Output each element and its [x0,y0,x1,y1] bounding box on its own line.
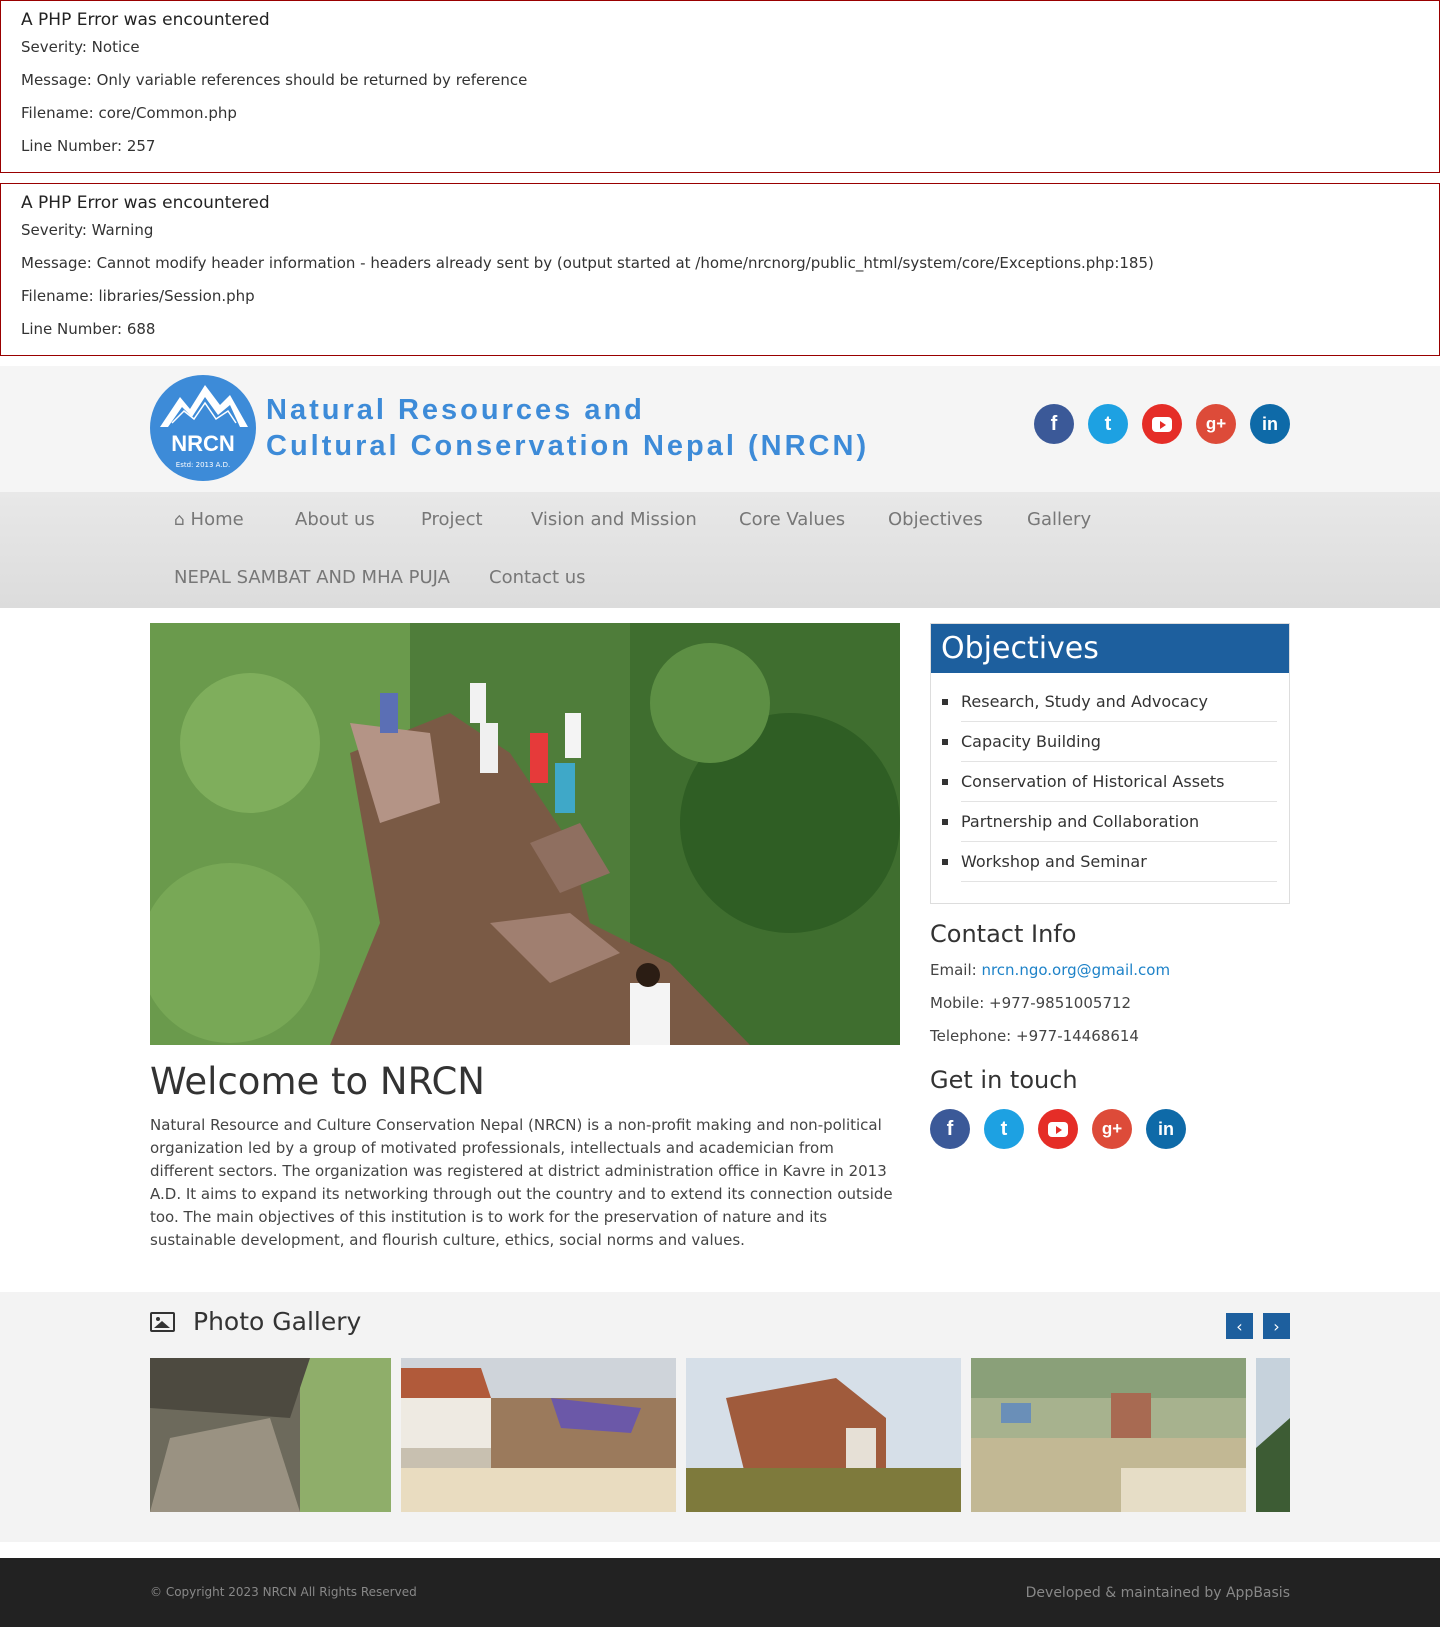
twitter-icon[interactable]: t [1088,404,1128,444]
error-filename: Filename: core/Common.php [21,104,237,122]
chevron-right-icon[interactable]: › [1263,1313,1290,1339]
php-error-notice: A PHP Error was encountered Severity: No… [0,0,1440,173]
header-social: f t g+ in [1034,404,1290,444]
logo-estd: Estd: 2013 A.D. [175,461,231,469]
error-message: Message: Only variable references should… [21,71,528,89]
objective-item[interactable]: Conservation of Historical Assets [942,762,1277,802]
sidebar-social: f t g+ in [930,1109,1186,1149]
gallery-photo[interactable] [150,1358,391,1512]
gallery-photo[interactable] [1256,1358,1290,1512]
youtube-icon[interactable] [1142,404,1182,444]
mountain-logo-icon [160,385,248,427]
logo-text: Natural Resources and Cultural Conservat… [266,392,869,464]
nav-home[interactable]: ⌂ Home [174,509,244,530]
error-title: A PHP Error was encountered [21,193,270,213]
gallery-photo[interactable] [971,1358,1246,1512]
error-title: A PHP Error was encountered [21,10,270,30]
error-filename: Filename: libraries/Session.php [21,287,255,305]
contact-info-title: Contact Info [930,920,1077,948]
picture-icon [150,1311,175,1332]
contact-email: Email: nrcn.ngo.org@gmail.com [930,961,1170,979]
logo-abbr: NRCN [171,431,235,456]
facebook-icon[interactable]: f [930,1109,970,1149]
photo-gallery: Photo Gallery ‹ › [0,1292,1440,1542]
contact-telephone: Telephone: +977-14468614 [930,1027,1139,1045]
nav-nepal-sambat[interactable]: NEPAL SAMBAT AND MHA PUJA [174,567,450,588]
objective-item[interactable]: Capacity Building [942,722,1277,762]
nav-objectives[interactable]: Objectives [888,509,983,530]
home-icon: ⌂ [174,510,185,530]
gallery-thumbs [150,1358,1290,1512]
facebook-icon[interactable]: f [1034,404,1074,444]
nav-core-values[interactable]: Core Values [739,509,845,530]
google-plus-icon[interactable]: g+ [1092,1109,1132,1149]
error-line: Line Number: 257 [21,137,156,155]
logo-line-1: Natural Resources and [266,394,645,426]
nav-contact[interactable]: Contact us [489,567,586,588]
logo-line-2: Cultural Conservation Nepal (NRCN) [266,430,870,462]
php-error-warning: A PHP Error was encountered Severity: Wa… [0,183,1440,356]
site-footer: © Copyright 2023 NRCN All Rights Reserve… [0,1558,1440,1627]
nav-vision-mission[interactable]: Vision and Mission [531,509,697,530]
error-severity: Severity: Notice [21,38,140,56]
objectives-list: Research, Study and Advocacy Capacity Bu… [931,673,1289,882]
hero-image [150,623,900,1045]
chevron-left-icon[interactable]: ‹ [1226,1313,1253,1339]
objective-item[interactable]: Workshop and Seminar [942,842,1277,882]
error-message: Message: Cannot modify header informatio… [21,254,1154,272]
objective-item[interactable]: Research, Study and Advocacy [942,682,1277,722]
welcome-title: Welcome to NRCN [150,1060,485,1103]
credit-link[interactable]: Developed & maintained by AppBasis [1026,1585,1290,1601]
logo[interactable]: NRCN Estd: 2013 A.D. [150,375,256,481]
linkedin-icon[interactable]: in [1146,1109,1186,1149]
get-in-touch-title: Get in touch [930,1066,1078,1094]
error-severity: Severity: Warning [21,221,154,239]
gallery-photo[interactable] [686,1358,961,1512]
objective-item[interactable]: Partnership and Collaboration [942,802,1277,842]
objectives-title: Objectives [931,624,1289,673]
nav-about[interactable]: About us [295,509,375,530]
twitter-icon[interactable]: t [984,1109,1024,1149]
site-header: NRCN Estd: 2013 A.D. Natural Resources a… [0,366,1440,492]
email-label: Email: [930,961,977,979]
error-line: Line Number: 688 [21,320,156,338]
objectives-panel: Objectives Research, Study and Advocacy … [930,623,1290,904]
nav-home-label: Home [190,509,244,530]
copyright-text: © Copyright 2023 NRCN All Rights Reserve… [150,1585,417,1599]
welcome-body: Natural Resource and Culture Conservatio… [150,1116,893,1249]
nav-project[interactable]: Project [421,509,483,530]
gallery-title: Photo Gallery [150,1307,361,1336]
nav-gallery[interactable]: Gallery [1027,509,1091,530]
contact-mobile: Mobile: +977-9851005712 [930,994,1132,1012]
gallery-photo[interactable] [401,1358,676,1512]
google-plus-icon[interactable]: g+ [1196,404,1236,444]
linkedin-icon[interactable]: in [1250,404,1290,444]
gallery-title-label: Photo Gallery [193,1307,362,1336]
email-link[interactable]: nrcn.ngo.org@gmail.com [981,961,1170,979]
youtube-icon[interactable] [1038,1109,1078,1149]
main-nav: ⌂ Home About us Project Vision and Missi… [0,492,1440,608]
